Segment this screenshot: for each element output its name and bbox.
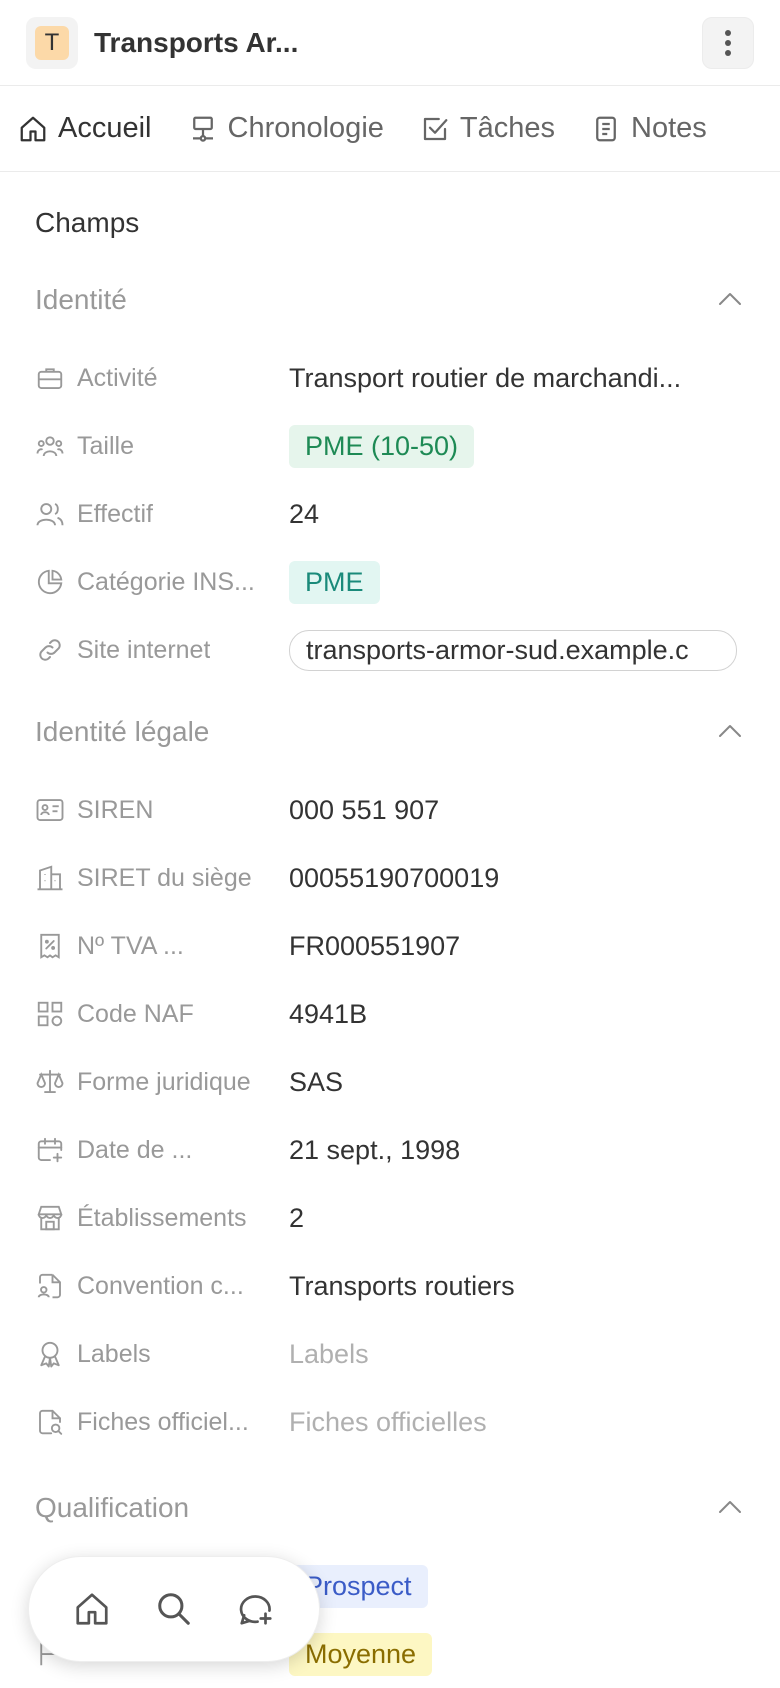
field-value: 21 sept., 1998 <box>289 1134 461 1165</box>
field-row-establishments[interactable]: Établissements 2 <box>35 1188 745 1248</box>
field-value: 4941B <box>289 998 368 1029</box>
tab-label: Tâches <box>459 112 555 144</box>
file-user-icon <box>37 1273 61 1299</box>
field-label: Fiches officiel... <box>77 1407 249 1436</box>
field-label: Code NAF <box>77 999 194 1028</box>
field-row-creation-date[interactable]: Date de ... 21 sept., 1998 <box>35 1120 745 1180</box>
tab-label: Chronologie <box>227 112 384 144</box>
section-title-legal[interactable]: Identité légale <box>35 716 209 748</box>
field-label: Convention c... <box>77 1271 244 1300</box>
id-card-icon <box>36 799 64 821</box>
chevron-up-icon[interactable] <box>718 1500 742 1514</box>
field-label: Nº TVA ... <box>77 931 184 960</box>
award-icon <box>40 1341 60 1368</box>
field-row-website[interactable]: Site internet transports-armor-sud.examp… <box>35 620 745 680</box>
building-icon <box>37 865 63 891</box>
avatar-letter: T <box>35 25 69 60</box>
field-label: SIRET du siège <box>77 863 252 892</box>
field-label: Site internet <box>77 635 211 664</box>
field-label: SIREN <box>77 795 154 824</box>
field-label: Date de ... <box>77 1135 193 1164</box>
tab-label: Accueil <box>58 112 152 144</box>
users-group-icon <box>36 436 64 457</box>
tab-taches[interactable]: Tâches <box>402 86 573 171</box>
briefcase-icon <box>37 368 63 389</box>
chevron-up-icon[interactable] <box>718 724 742 738</box>
field-label: Catégorie INS... <box>77 567 255 596</box>
field-value: FR000551907 <box>289 930 461 961</box>
users-icon <box>36 503 64 526</box>
tab-label: Notes <box>631 112 707 144</box>
field-value: SAS <box>289 1066 344 1097</box>
field-value: 000 551 907 <box>289 794 440 825</box>
fields-title: Champs <box>35 207 140 238</box>
website-link[interactable]: transports-armor-sud.example.c <box>289 629 737 671</box>
file-search-icon <box>39 1409 63 1435</box>
dots-vertical-icon <box>725 30 731 56</box>
section-title-qualification[interactable]: Qualification <box>35 1492 189 1524</box>
field-row-siren[interactable]: SIREN 000 551 907 <box>35 780 745 840</box>
timeline-icon <box>192 116 213 142</box>
tab-chronologie[interactable]: Chronologie <box>170 86 402 171</box>
size-chip: PME (10-50) <box>289 424 475 468</box>
notes-icon <box>596 116 616 141</box>
field-label: Forme juridique <box>77 1067 251 1096</box>
field-label: Effectif <box>77 499 153 528</box>
receipt-tax-icon <box>40 933 60 959</box>
tab-notes[interactable]: Notes <box>573 86 725 171</box>
labels-placeholder: Labels <box>289 1338 369 1369</box>
field-row-headcount[interactable]: Effectif 24 <box>35 484 745 544</box>
scale-icon <box>36 1069 64 1093</box>
company-avatar: T <box>26 16 78 69</box>
field-row-legal-form[interactable]: Forme juridique SAS <box>35 1052 745 1112</box>
store-icon <box>37 1205 63 1231</box>
field-row-vat[interactable]: Nº TVA ... FR000551907 <box>35 916 745 976</box>
nav-new-chat-button[interactable] <box>228 1581 284 1637</box>
field-label: Activité <box>77 363 158 392</box>
section-title-identity[interactable]: Identité <box>35 284 127 316</box>
tab-accueil[interactable]: Accueil <box>0 86 170 171</box>
field-row-insee-category[interactable]: Catégorie INS... PME <box>35 552 745 612</box>
field-value: 24 <box>289 498 320 529</box>
record-title: Transports Ar... <box>94 26 299 58</box>
field-value: Transport routier de marchandi... <box>289 362 682 393</box>
field-row-official-records[interactable]: Fiches officiel... Fiches officielles <box>35 1392 745 1452</box>
record-header: T Transports Ar... <box>0 0 780 86</box>
bottom-navigation <box>28 1556 320 1662</box>
record-tabs: Accueil Chronologie Tâches Notes <box>0 86 780 172</box>
field-value: Transports routiers <box>289 1270 515 1301</box>
category-grid-icon <box>37 1001 63 1027</box>
more-options-button[interactable] <box>702 17 754 69</box>
field-row-activity[interactable]: Activité Transport routier de marchandi.… <box>35 348 745 408</box>
field-row-size[interactable]: Taille PME (10-50) <box>35 416 745 476</box>
home-icon <box>76 1593 108 1625</box>
checkbox-icon <box>423 117 448 140</box>
category-chip: PME <box>289 560 380 604</box>
search-icon <box>158 1593 190 1625</box>
field-label: Labels <box>77 1339 151 1368</box>
field-row-convention[interactable]: Convention c... Transports routiers <box>35 1256 745 1316</box>
chevron-up-icon[interactable] <box>718 292 742 306</box>
nav-home-button[interactable] <box>64 1581 120 1637</box>
calendar-plus-icon <box>37 1137 63 1163</box>
official-records-placeholder: Fiches officielles <box>289 1406 487 1437</box>
field-value: 2 <box>289 1202 305 1233</box>
field-value: 00055190700019 <box>289 862 500 893</box>
field-label: Taille <box>77 431 134 460</box>
link-icon <box>39 639 61 661</box>
nav-search-button[interactable] <box>146 1581 202 1637</box>
field-row-naf[interactable]: Code NAF 4941B <box>35 984 745 1044</box>
field-row-labels[interactable]: Labels Labels <box>35 1324 745 1384</box>
pie-chart-icon <box>37 569 63 595</box>
field-row-siret[interactable]: SIRET du siège 00055190700019 <box>35 848 745 908</box>
new-chat-icon <box>239 1595 272 1625</box>
home-icon <box>20 116 46 141</box>
field-label: Établissements <box>77 1203 247 1232</box>
